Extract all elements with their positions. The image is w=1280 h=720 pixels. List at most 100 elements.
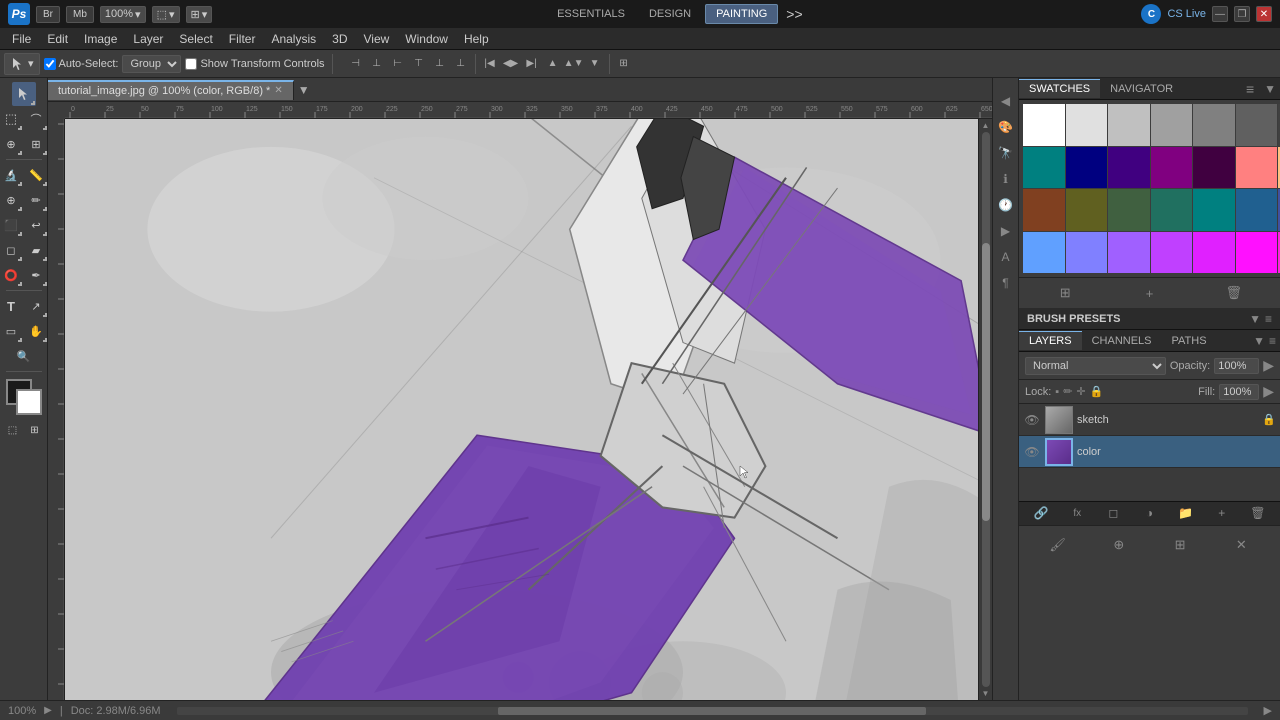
swatch-cell[interactable] — [1108, 147, 1150, 189]
window-collapse-button[interactable]: — — [1212, 6, 1228, 22]
blend-mode-dropdown[interactable]: Normal Multiply Screen Overlay — [1025, 357, 1166, 375]
window-restore-button[interactable]: ❐ — [1234, 6, 1250, 22]
rail-actions[interactable]: ▶ — [995, 220, 1017, 242]
quick-mask-btn[interactable]: ⬚ — [3, 420, 23, 440]
layer-sketch-visibility[interactable]: 👁 — [1023, 411, 1041, 429]
paths-tab[interactable]: PATHS — [1162, 332, 1217, 350]
window-close-button[interactable]: ✕ — [1256, 6, 1272, 22]
v-scrollbar[interactable]: ▲ ▼ — [978, 119, 992, 700]
move-tool-btn[interactable] — [12, 82, 36, 106]
align-bottom[interactable]: ⊥ — [451, 54, 471, 74]
align-left[interactable]: ⊣ — [346, 54, 366, 74]
screen-mode-selector[interactable]: ⬚ ▾ — [152, 6, 180, 23]
background-color[interactable] — [16, 389, 42, 415]
layers-menu[interactable]: ≡ — [1265, 334, 1280, 348]
swatch-cell[interactable] — [1193, 189, 1235, 231]
cs-live-label[interactable]: CS Live — [1167, 8, 1206, 20]
swatches-delete[interactable]: 🗑 — [1223, 282, 1245, 304]
distribute-middle-v[interactable]: ▲▼ — [564, 54, 584, 74]
swatch-cell[interactable] — [1023, 189, 1065, 231]
distribute-top[interactable]: ▲ — [543, 54, 563, 74]
swatch-cell[interactable] — [1193, 104, 1235, 146]
swatch-cell[interactable] — [1236, 232, 1278, 274]
layer-mask-btn[interactable]: ◻ — [1103, 503, 1123, 523]
rail-character[interactable]: A — [995, 246, 1017, 268]
brush-presets-menu[interactable]: ≡ — [1261, 312, 1272, 326]
brush-tool-btn[interactable]: ✏ — [24, 188, 48, 212]
rail-info[interactable]: ℹ — [995, 168, 1017, 190]
rail-swatches[interactable]: 🎨 — [995, 116, 1017, 138]
tool-preset-icon[interactable]: ⊕ — [1108, 534, 1130, 556]
align-right[interactable]: ⊢ — [388, 54, 408, 74]
swatch-cell[interactable] — [1151, 104, 1193, 146]
swatch-cell[interactable] — [1193, 147, 1235, 189]
zoom-selector[interactable]: 100% ▾ — [100, 6, 146, 23]
swatch-cell[interactable] — [1023, 147, 1065, 189]
dodge-btn[interactable]: ⭕ — [0, 263, 23, 287]
layer-color-visibility[interactable]: 👁 — [1023, 443, 1041, 461]
lock-all[interactable]: 🔒 — [1090, 385, 1104, 398]
rail-paragraph[interactable]: ¶ — [995, 272, 1017, 294]
brush-presets-expand[interactable]: ▼ — [1249, 312, 1261, 326]
distribute-bottom[interactable]: ▼ — [585, 54, 605, 74]
history-brush-btn[interactable]: ↩ — [24, 213, 48, 237]
workspace-painting[interactable]: PAINTING — [705, 4, 778, 24]
delete-layer-btn[interactable]: 🗑 — [1248, 503, 1268, 523]
swatch-cell[interactable] — [1066, 189, 1108, 231]
ruler-tool-btn[interactable]: 📏 — [24, 163, 48, 187]
swatches-thumbnail-view[interactable]: ⊞ — [1054, 282, 1076, 304]
lock-transparent-pixels[interactable]: ▪ — [1055, 386, 1059, 398]
eraser-btn[interactable]: ◻ — [0, 238, 23, 262]
zoom-tool-btn[interactable]: 🔍 — [12, 344, 36, 368]
pen-btn[interactable]: ✒ — [24, 263, 48, 287]
layers-tab[interactable]: LAYERS — [1019, 331, 1082, 350]
path-selection-btn[interactable]: ↗ — [24, 294, 48, 318]
workspace-design[interactable]: DESIGN — [639, 5, 701, 23]
crop-tool-btn[interactable]: ⊞ — [24, 132, 48, 156]
document-tab[interactable]: tutorial_image.jpg @ 100% (color, RGB/8)… — [48, 80, 294, 100]
workspace-essentials[interactable]: ESSENTIALS — [547, 5, 635, 23]
new-layer-btn[interactable]: + — [1212, 503, 1232, 523]
swatches-tab[interactable]: SWATCHES — [1019, 79, 1100, 98]
extra-icon-3[interactable]: ⊞ — [1169, 534, 1191, 556]
menu-image[interactable]: Image — [76, 30, 125, 48]
document-tab-close[interactable]: ✕ — [274, 85, 282, 96]
layout-selector[interactable]: ⊞ ▾ — [186, 6, 213, 23]
brush-preset-icon[interactable]: 🖌 — [1047, 534, 1069, 556]
canvas-viewport[interactable] — [65, 119, 992, 700]
hand-tool-btn[interactable]: ✋ — [24, 319, 48, 343]
swatch-cell[interactable] — [1108, 189, 1150, 231]
swatch-cell[interactable] — [1066, 147, 1108, 189]
distribute-right[interactable]: ▶| — [522, 54, 542, 74]
clone-stamp-btn[interactable]: ⬛ — [0, 213, 23, 237]
swatches-new[interactable]: + — [1138, 282, 1160, 304]
swatch-cell[interactable] — [1236, 147, 1278, 189]
swatch-cell[interactable] — [1066, 232, 1108, 274]
align-top[interactable]: ⊤ — [409, 54, 429, 74]
tab-expand-button[interactable]: ▼ — [298, 83, 310, 97]
swatches-panel-menu[interactable]: ≡ — [1240, 81, 1260, 97]
v-scroll-down[interactable]: ▼ — [982, 689, 990, 698]
eyedropper-tool-btn[interactable]: 🔬 — [0, 163, 23, 187]
swatch-cell[interactable] — [1108, 104, 1150, 146]
swatch-cell[interactable] — [1151, 189, 1193, 231]
auto-select-dropdown[interactable]: Group Layer — [122, 55, 181, 73]
navigator-tab[interactable]: NAVIGATOR — [1100, 79, 1183, 98]
auto-select-checkbox[interactable] — [44, 58, 56, 70]
quick-selection-tool-btn[interactable]: ⊕ — [0, 132, 23, 156]
expand-workspaces-button[interactable]: >> — [782, 6, 806, 22]
opacity-arrow[interactable]: ▶ — [1263, 357, 1274, 374]
swatch-cell[interactable] — [1066, 104, 1108, 146]
status-right-arrow[interactable]: ▶ — [1264, 704, 1272, 717]
menu-help[interactable]: Help — [456, 30, 497, 48]
menu-window[interactable]: Window — [397, 30, 456, 48]
layer-sketch-row[interactable]: 👁 sketch 🔒 — [1019, 404, 1280, 436]
extra-icon-4[interactable]: ✕ — [1230, 534, 1252, 556]
menu-file[interactable]: File — [4, 30, 39, 48]
tool-options-icon[interactable]: ▾ — [4, 53, 40, 75]
link-layers-btn[interactable]: 🔗 — [1031, 503, 1051, 523]
status-scroll-bar[interactable] — [177, 707, 1248, 715]
fill-input[interactable] — [1219, 384, 1259, 400]
swatch-cell[interactable] — [1151, 232, 1193, 274]
menu-layer[interactable]: Layer — [125, 30, 171, 48]
